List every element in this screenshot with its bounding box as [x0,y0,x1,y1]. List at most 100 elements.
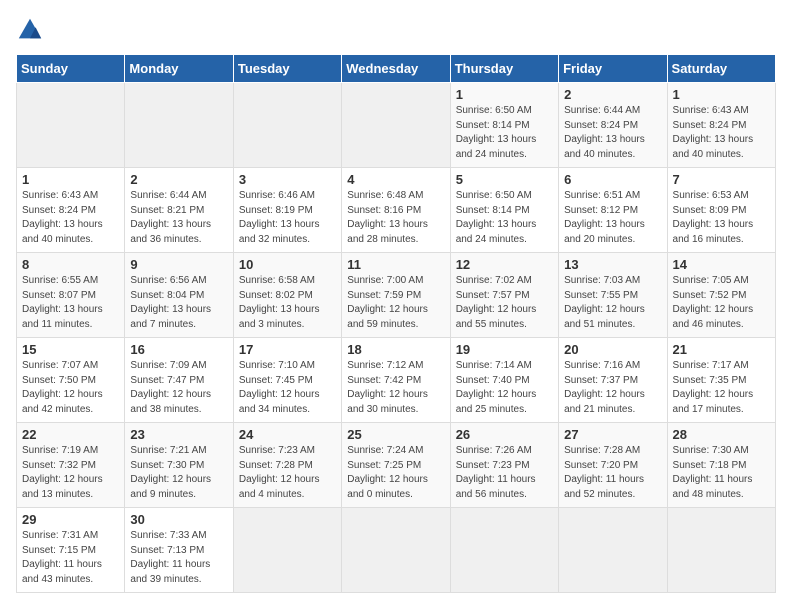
day-number: 13 [564,257,661,272]
day-cell [667,508,775,593]
day-details: Sunrise: 7:30 AMSunset: 7:18 PMDaylight:… [673,444,770,502]
day-cell: 4 Sunrise: 6:48 AMSunset: 8:16 PMDaylight… [342,168,450,253]
day-number: 21 [673,342,770,357]
day-number: 30 [130,512,227,527]
day-details: Sunrise: 6:50 AMSunset: 8:14 PMDaylight:… [456,104,553,162]
day-number: 20 [564,342,661,357]
day-number: 11 [347,257,444,272]
week-row-2: 1Sunrise: 6:43 AMSunset: 8:24 PMDaylight… [17,168,776,253]
day-details: Sunrise: 7:00 AMSunset: 7:59 PMDaylight:… [347,274,444,332]
day-cell: 27 Sunrise: 7:28 AMSunset: 7:20 PMDayligh… [559,423,667,508]
day-details: Sunrise: 7:23 AMSunset: 7:28 PMDaylight:… [239,444,336,502]
day-cell: 10 Sunrise: 6:58 AMSunset: 8:02 PMDayligh… [233,253,341,338]
day-number: 6 [564,172,661,187]
day-number: 19 [456,342,553,357]
day-cell: 25Sunrise: 7:24 AMSunset: 7:25 PMDayligh… [342,423,450,508]
day-details: Sunrise: 6:51 AMSunset: 8:12 PMDaylight:… [564,189,661,247]
day-cell: 20 Sunrise: 7:16 AMSunset: 7:37 PMDayligh… [559,338,667,423]
day-cell: 22 Sunrise: 7:19 AMSunset: 7:32 PMDayligh… [17,423,125,508]
day-details: Sunrise: 6:46 AMSunset: 8:19 PMDaylight:… [239,189,336,247]
day-number: 15 [22,342,119,357]
day-number: 29 [22,512,119,527]
day-cell [342,508,450,593]
day-cell: 5 Sunrise: 6:50 AMSunset: 8:14 PMDaylight… [450,168,558,253]
week-row-3: 8Sunrise: 6:55 AMSunset: 8:07 PMDaylight… [17,253,776,338]
day-cell: 15 Sunrise: 7:07 AMSunset: 7:50 PMDayligh… [17,338,125,423]
day-number: 2 [564,87,661,102]
day-cell: 13Sunrise: 7:03 AMSunset: 7:55 PMDayligh… [559,253,667,338]
day-details: Sunrise: 6:43 AMSunset: 8:24 PMDaylight:… [673,104,770,162]
day-details: Sunrise: 7:12 AMSunset: 7:42 PMDaylight:… [347,359,444,417]
day-cell [233,83,341,168]
day-number: 7 [673,172,770,187]
day-number: 1 [673,87,770,102]
week-row-6: 29Sunrise: 7:31 AMSunset: 7:15 PMDayligh… [17,508,776,593]
day-cell: 24 Sunrise: 7:23 AMSunset: 7:28 PMDayligh… [233,423,341,508]
day-number: 22 [22,427,119,442]
day-cell: 30Sunrise: 7:33 AMSunset: 7:13 PMDayligh… [125,508,233,593]
day-cell: 1 Sunrise: 6:43 AMSunset: 8:24 PMDaylight… [667,83,775,168]
day-number: 16 [130,342,227,357]
day-cell: 3 Sunrise: 6:46 AMSunset: 8:19 PMDaylight… [233,168,341,253]
day-details: Sunrise: 6:44 AMSunset: 8:24 PMDaylight:… [564,104,661,162]
day-cell: 2 Sunrise: 6:44 AMSunset: 8:21 PMDaylight… [125,168,233,253]
day-details: Sunrise: 7:07 AMSunset: 7:50 PMDaylight:… [22,359,119,417]
day-details: Sunrise: 7:28 AMSunset: 7:20 PMDaylight:… [564,444,661,502]
day-number: 5 [456,172,553,187]
day-cell [125,83,233,168]
day-details: Sunrise: 7:16 AMSunset: 7:37 PMDaylight:… [564,359,661,417]
day-number: 18 [347,342,444,357]
day-number: 3 [239,172,336,187]
calendar-table: SundayMondayTuesdayWednesdayThursdayFrid… [16,54,776,593]
day-cell: 26Sunrise: 7:26 AMSunset: 7:23 PMDayligh… [450,423,558,508]
day-details: Sunrise: 6:44 AMSunset: 8:21 PMDaylight:… [130,189,227,247]
day-details: Sunrise: 6:58 AMSunset: 8:02 PMDaylight:… [239,274,336,332]
day-header-friday: Friday [559,55,667,83]
day-cell: 6 Sunrise: 6:51 AMSunset: 8:12 PMDaylight… [559,168,667,253]
day-details: Sunrise: 7:09 AMSunset: 7:47 PMDaylight:… [130,359,227,417]
day-cell [450,508,558,593]
day-number: 1 [456,87,553,102]
day-number: 9 [130,257,227,272]
day-number: 25 [347,427,444,442]
day-header-monday: Monday [125,55,233,83]
day-cell: 29Sunrise: 7:31 AMSunset: 7:15 PMDayligh… [17,508,125,593]
day-cell: 9Sunrise: 6:56 AMSunset: 8:04 PMDaylight… [125,253,233,338]
day-cell: 1 Sunrise: 6:50 AMSunset: 8:14 PMDaylight… [450,83,558,168]
logo [16,16,48,44]
day-details: Sunrise: 6:48 AMSunset: 8:16 PMDaylight:… [347,189,444,247]
day-number: 14 [673,257,770,272]
day-details: Sunrise: 7:21 AMSunset: 7:30 PMDaylight:… [130,444,227,502]
day-number: 23 [130,427,227,442]
day-number: 4 [347,172,444,187]
day-cell: 14 Sunrise: 7:05 AMSunset: 7:52 PMDayligh… [667,253,775,338]
day-header-thursday: Thursday [450,55,558,83]
logo-icon [16,16,44,44]
day-cell [233,508,341,593]
day-cell: 23 Sunrise: 7:21 AMSunset: 7:30 PMDayligh… [125,423,233,508]
day-cell: 16 Sunrise: 7:09 AMSunset: 7:47 PMDayligh… [125,338,233,423]
day-number: 2 [130,172,227,187]
day-details: Sunrise: 7:19 AMSunset: 7:32 PMDaylight:… [22,444,119,502]
week-row-1: 1 Sunrise: 6:50 AMSunset: 8:14 PMDaylight… [17,83,776,168]
day-cell: 28 Sunrise: 7:30 AMSunset: 7:18 PMDayligh… [667,423,775,508]
day-number: 24 [239,427,336,442]
day-cell: 17Sunrise: 7:10 AMSunset: 7:45 PMDayligh… [233,338,341,423]
day-number: 28 [673,427,770,442]
day-header-wednesday: Wednesday [342,55,450,83]
day-number: 10 [239,257,336,272]
day-cell: 12Sunrise: 7:02 AMSunset: 7:57 PMDayligh… [450,253,558,338]
day-number: 26 [456,427,553,442]
page-header [16,16,776,44]
week-row-5: 22 Sunrise: 7:19 AMSunset: 7:32 PMDayligh… [17,423,776,508]
day-cell [342,83,450,168]
day-details: Sunrise: 7:05 AMSunset: 7:52 PMDaylight:… [673,274,770,332]
day-cell: 7Sunrise: 6:53 AMSunset: 8:09 PMDaylight… [667,168,775,253]
day-number: 27 [564,427,661,442]
day-details: Sunrise: 7:10 AMSunset: 7:45 PMDaylight:… [239,359,336,417]
day-cell [559,508,667,593]
day-header-tuesday: Tuesday [233,55,341,83]
day-number: 1 [22,172,119,187]
day-details: Sunrise: 6:50 AMSunset: 8:14 PMDaylight:… [456,189,553,247]
day-details: Sunrise: 7:17 AMSunset: 7:35 PMDaylight:… [673,359,770,417]
